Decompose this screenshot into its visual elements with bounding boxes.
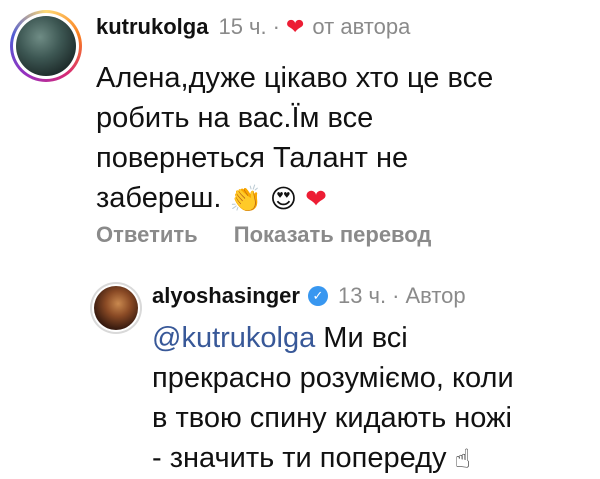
comment-avatar-kutrukolga[interactable] (10, 10, 82, 82)
avatar-ring-inner (13, 13, 79, 79)
reply-text-line-last: - значить ти попереду ☝ (152, 438, 592, 479)
comment-avatar-alyoshasinger[interactable] (90, 282, 142, 334)
reply-header: alyoshasinger ✓ 13 ч. · Автор (152, 283, 466, 309)
reply-text-segment: Ми всі (315, 322, 408, 354)
avatar-photo (16, 16, 76, 76)
comment-header: kutrukolga 15 ч. · ❤ от автора (96, 14, 410, 40)
reply-text-line: в твою спину кидають ножі (152, 402, 512, 434)
red-heart-emoji-icon: ❤ (305, 184, 327, 215)
show-translation-button[interactable]: Показать перевод (234, 222, 432, 247)
liked-by-author-label: от автора (312, 14, 411, 39)
comment-text-line: забереш. (96, 182, 222, 214)
comment-text-line-last: забереш. 👏 😍 ❤ (96, 178, 556, 219)
comment-time: 15 ч. (218, 14, 267, 39)
reply-text-line: - значить ти попереду (152, 442, 447, 474)
avatar-photo (94, 286, 138, 330)
pointing-up-emoji-icon: ☝ (454, 444, 471, 475)
verified-badge-icon: ✓ (307, 286, 328, 306)
reply-text-line: прекрасно розуміємо, коли (152, 362, 514, 394)
author-label: Автор (405, 283, 466, 308)
heart-icon: ❤ (285, 14, 305, 39)
comment-text-line: Алена,дуже цікаво хто це все (96, 62, 494, 94)
username[interactable]: alyoshasinger (152, 283, 300, 309)
separator: · (272, 14, 280, 39)
comment-text: Алена,дуже цікаво хто це все робить на в… (96, 58, 556, 219)
heart-eyes-emoji-icon: 😍 (269, 184, 298, 215)
mention-link[interactable]: @kutrukolga (152, 322, 315, 354)
reply-text-line-first: @kutrukolga Ми всі (152, 318, 592, 358)
reply-time: 13 ч. (337, 283, 387, 308)
comment-text-line: повернеться Талант не (96, 142, 409, 174)
reply-text: @kutrukolga Ми всі прекрасно розуміємо, … (152, 318, 592, 479)
comment-actions: Ответить Показать перевод (96, 222, 461, 248)
username[interactable]: kutrukolga (96, 14, 208, 40)
clapping-hands-emoji-icon: 👏 (229, 184, 262, 215)
avatar-ring-inner (92, 284, 140, 332)
comment-text-line: робить на вас.Їм все (96, 102, 374, 134)
separator: · (392, 283, 400, 308)
reply-button[interactable]: Ответить (96, 222, 198, 247)
